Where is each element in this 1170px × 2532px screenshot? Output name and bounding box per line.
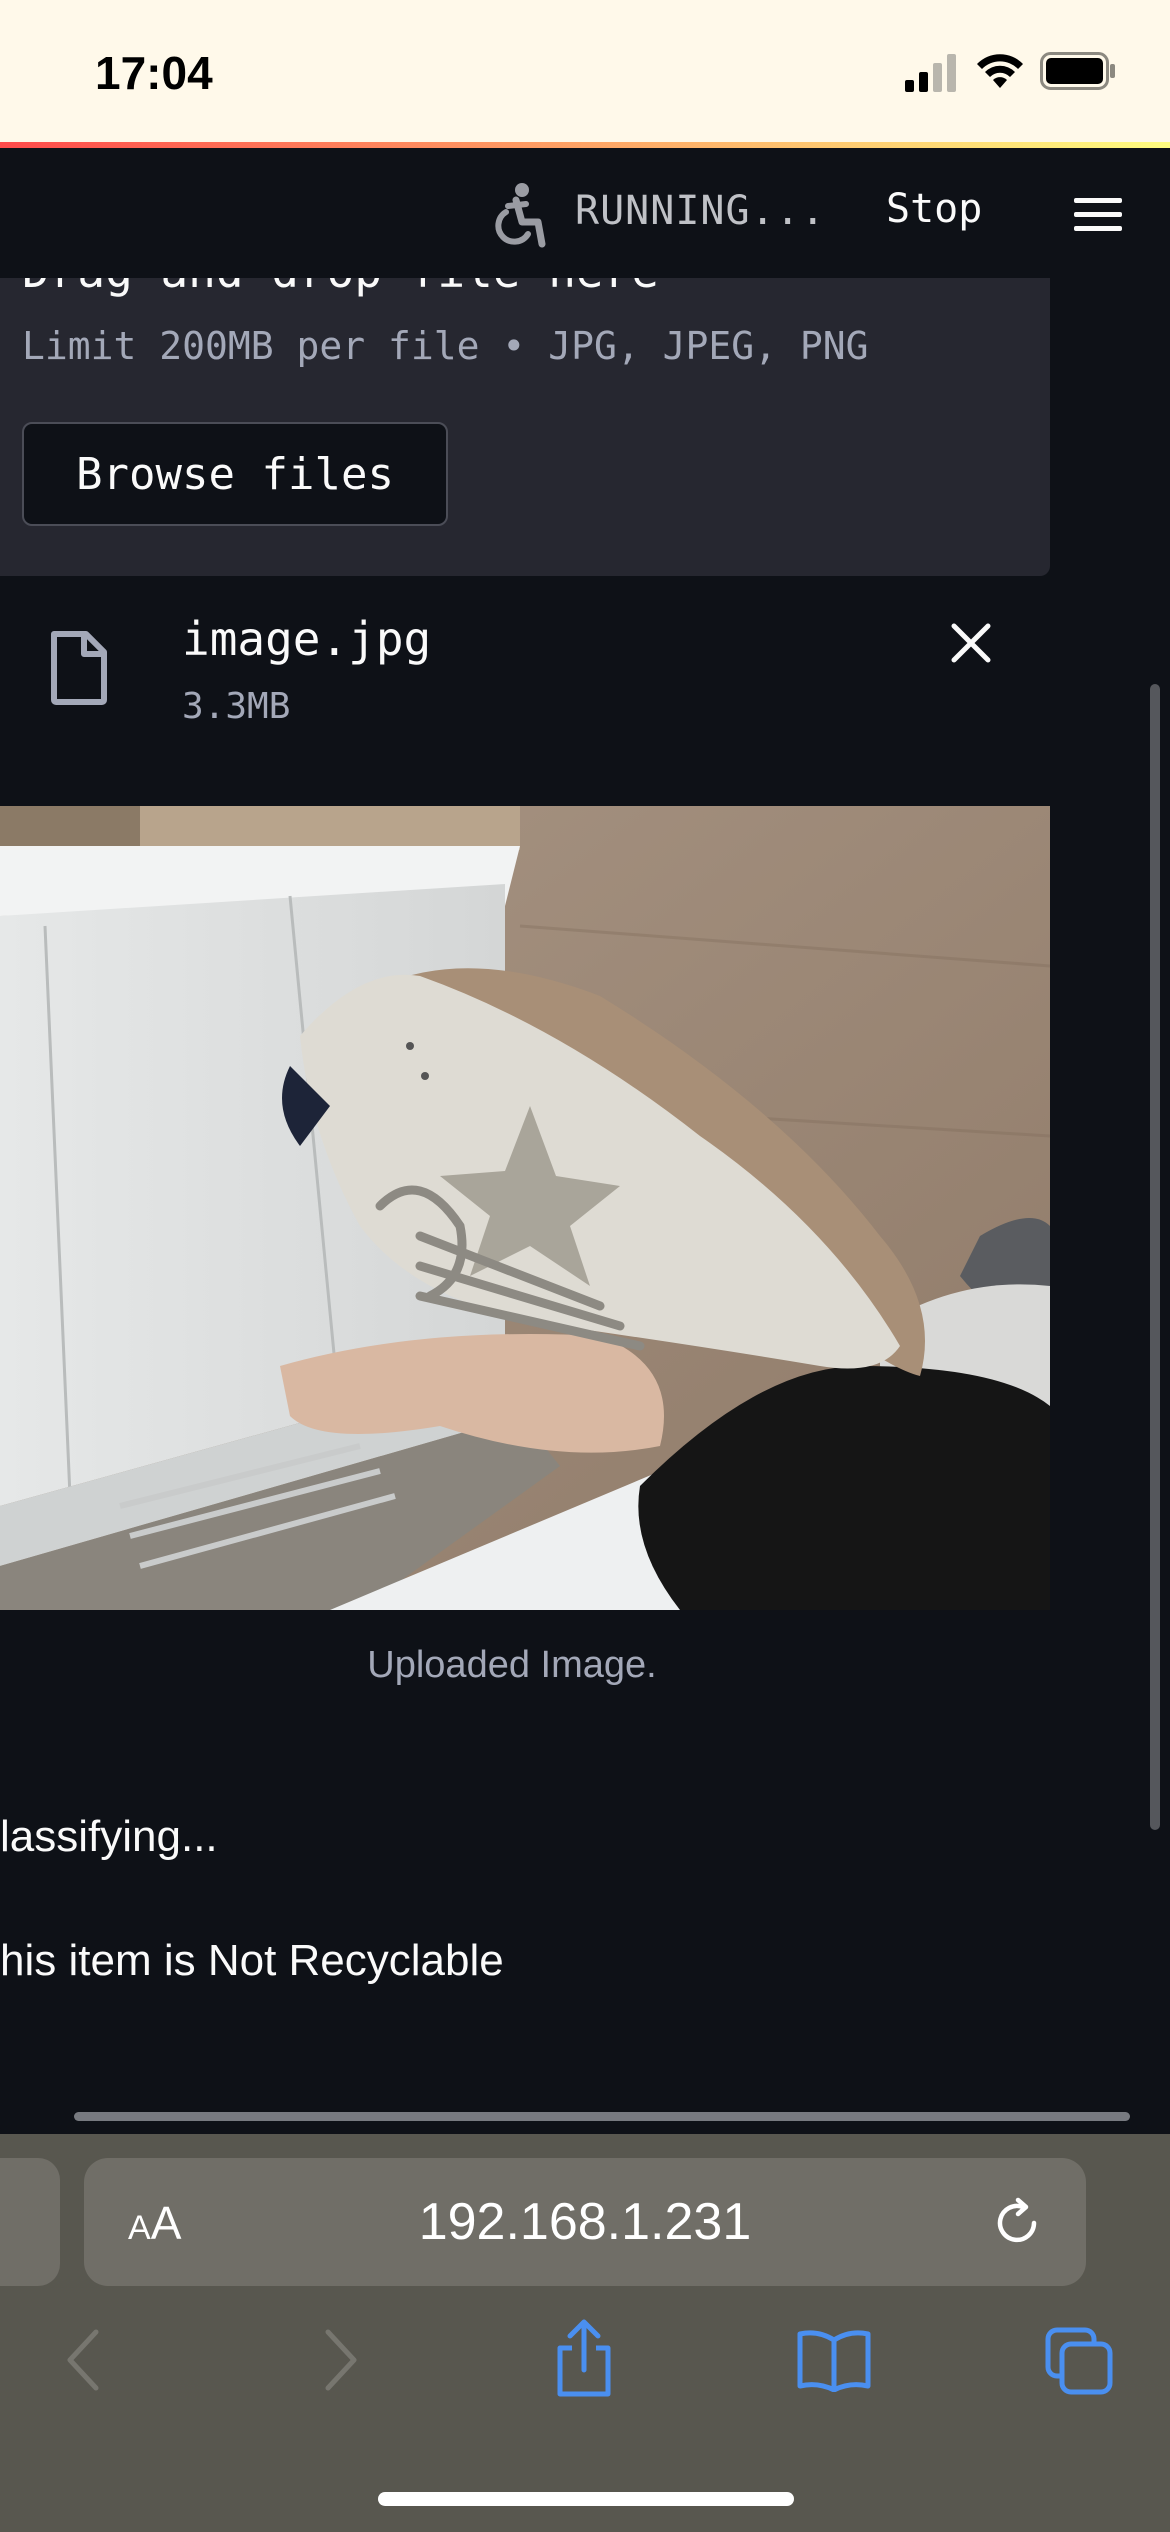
dropzone-limit-text: Limit 200MB per file • JPG, JPEG, PNG	[22, 324, 869, 368]
bookmarks-icon[interactable]	[796, 2328, 872, 2392]
previous-tab-preview[interactable]	[0, 2158, 60, 2286]
status-time: 17:04	[95, 47, 213, 99]
uploaded-file-size: 3.3MB	[182, 686, 291, 727]
stop-button[interactable]: Stop	[886, 186, 982, 232]
classifying-status: lassifying...	[0, 1812, 218, 1861]
tabs-icon[interactable]	[1044, 2326, 1114, 2396]
share-icon[interactable]	[552, 2318, 616, 2398]
wifi-icon	[977, 54, 1023, 88]
battery-icon	[1040, 52, 1115, 90]
address-bar[interactable]	[84, 2158, 1086, 2286]
horizontal-scrollbar[interactable]	[74, 2112, 1130, 2121]
file-dropzone[interactable]: Drag and drop file here Limit 200MB per …	[0, 278, 1050, 576]
hamburger-menu-icon[interactable]	[1074, 198, 1122, 232]
image-caption: Uploaded Image.	[367, 1644, 657, 1686]
home-indicator[interactable]	[378, 2492, 794, 2506]
status-bar: 17:04	[0, 0, 1170, 142]
classification-result: his item is Not Recyclable	[0, 1936, 504, 1985]
running-man-icon	[495, 183, 546, 248]
uploaded-file-name: image.jpg	[182, 612, 432, 666]
uploaded-image	[0, 806, 1050, 1610]
file-icon	[51, 631, 107, 705]
cellular-signal-icon	[905, 54, 956, 92]
running-status: RUNNING...	[575, 188, 826, 234]
back-icon[interactable]	[64, 2328, 104, 2392]
forward-icon[interactable]	[320, 2328, 360, 2392]
reload-icon[interactable]	[990, 2196, 1044, 2250]
vertical-scrollbar[interactable]	[1150, 684, 1160, 1830]
browse-files-button[interactable]: Browse files	[22, 422, 448, 526]
reader-small-a: A	[128, 2209, 151, 2247]
reader-big-a: A	[150, 2197, 182, 2249]
dropzone-title: Drag and drop file here	[22, 278, 659, 298]
reader-mode-button[interactable]: AA	[128, 2196, 181, 2250]
close-icon[interactable]	[946, 618, 996, 668]
